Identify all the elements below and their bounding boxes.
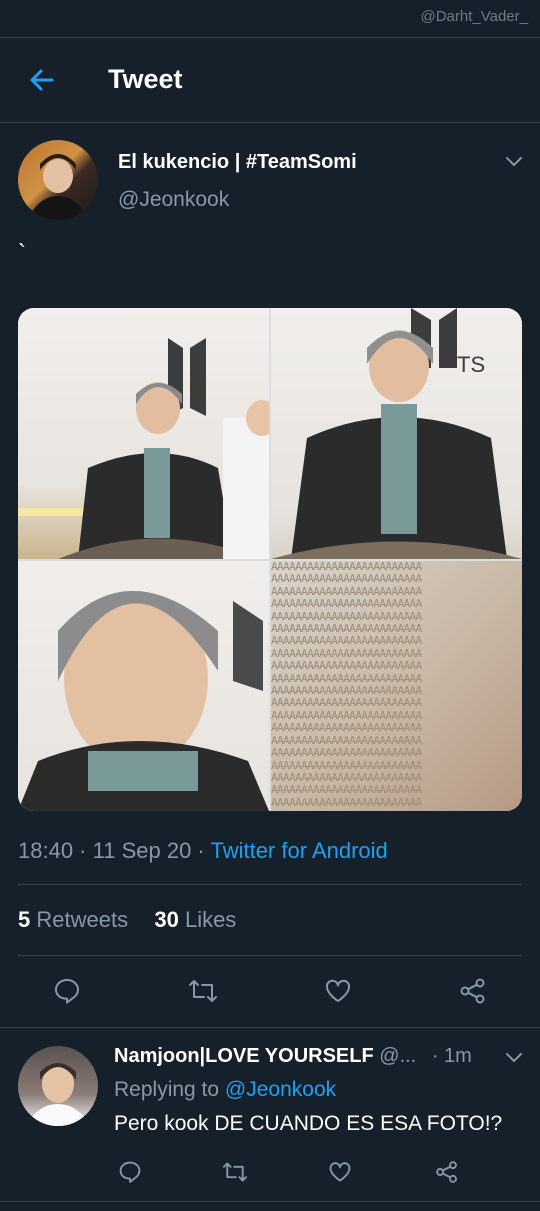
- page-title: Tweet: [108, 64, 183, 94]
- top-divider: [0, 37, 540, 38]
- tweet-source-link[interactable]: Twitter for Android: [210, 838, 387, 863]
- tweet-date: 11 Sep 20: [92, 838, 192, 863]
- likes-stat[interactable]: 30 Likes: [154, 907, 236, 932]
- tweet-photo[interactable]: TS AAAAAAAAAAAAAAAAAAAAAAAAA AAAAAAAAAAAA…: [18, 308, 522, 811]
- counts-divider: [18, 955, 522, 956]
- share-icon[interactable]: [459, 977, 487, 1005]
- reply-author-name[interactable]: Namjoon|LOVE YOURSELF: [114, 1045, 374, 1067]
- actions-divider: [0, 1027, 540, 1028]
- like-icon[interactable]: [324, 977, 352, 1005]
- chevron-down-icon[interactable]: [504, 151, 524, 171]
- reply-retweet-icon[interactable]: [222, 1160, 248, 1184]
- tweet-text: `: [18, 240, 26, 267]
- reply-header: Namjoon|LOVE YOURSELF @... · 1m: [114, 1045, 472, 1068]
- retweets-stat[interactable]: 5 Retweets: [18, 907, 128, 932]
- reply-author-handle[interactable]: @...: [379, 1045, 416, 1067]
- tweet-time: 18:40: [18, 838, 74, 863]
- retweet-icon[interactable]: [188, 977, 218, 1005]
- reply-avatar[interactable]: [18, 1046, 98, 1126]
- bottom-divider: [0, 1201, 540, 1202]
- photo-tile-1: [18, 308, 269, 559]
- reply-chevron-down-icon[interactable]: [504, 1047, 524, 1067]
- back-arrow-icon[interactable]: [26, 64, 58, 96]
- meta-divider: [18, 884, 522, 885]
- brand-letters: TS: [457, 352, 485, 377]
- header-divider: [0, 122, 540, 123]
- replying-to: Replying to @Jeonkook: [114, 1078, 337, 1101]
- aaa-pattern: AAAAAAAAAAAAAAAAAAAAAAAAA AAAAAAAAAAAAAAA…: [271, 561, 422, 809]
- author-name[interactable]: El kukencio | #TeamSomi: [118, 151, 357, 174]
- author-handle[interactable]: @Jeonkook: [118, 188, 229, 212]
- photo-tile-4: AAAAAAAAAAAAAAAAAAAAAAAAA AAAAAAAAAAAAAAA…: [271, 561, 522, 811]
- reply-share-icon[interactable]: [435, 1160, 459, 1184]
- engagement-counts: 5 Retweets 30 Likes: [18, 907, 236, 933]
- reply-time: · 1m: [431, 1045, 472, 1067]
- author-avatar[interactable]: [18, 140, 98, 220]
- reply-text: Pero kook DE CUANDO ES ESA FOTO!?: [114, 1112, 503, 1135]
- reply-like-icon[interactable]: [328, 1160, 352, 1184]
- photo-tile-2: TS: [271, 308, 522, 559]
- photo-tile-3: [18, 561, 269, 811]
- watermark: @Darht_Vader_: [420, 8, 528, 25]
- reply-icon[interactable]: [53, 977, 81, 1005]
- tweet-meta: 18:40 · 11 Sep 20 · Twitter for Android: [18, 838, 388, 863]
- reply-reply-icon[interactable]: [118, 1160, 142, 1184]
- replying-to-link[interactable]: @Jeonkook: [225, 1078, 336, 1101]
